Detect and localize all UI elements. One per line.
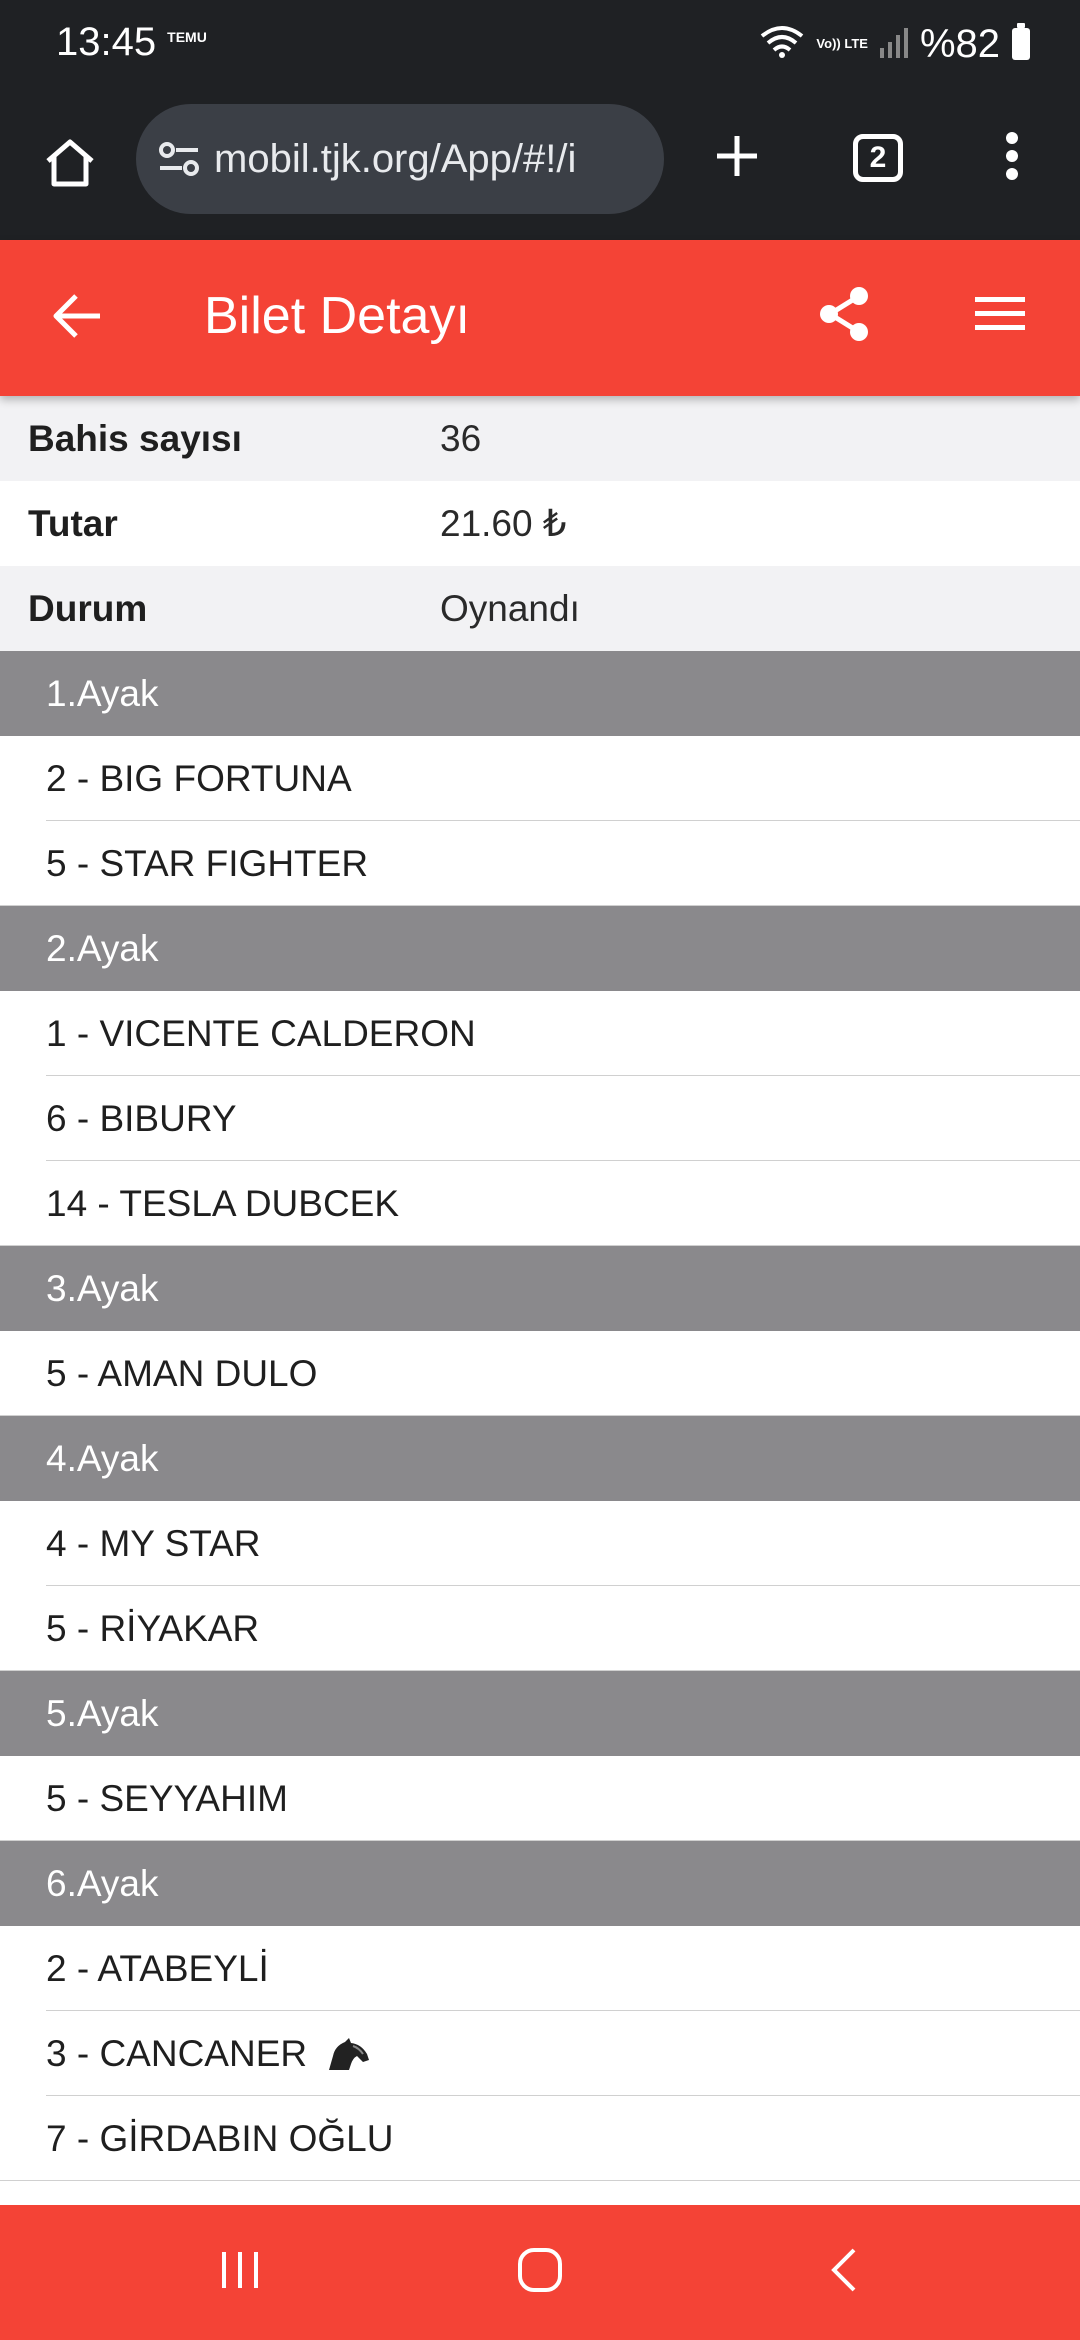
info-label: Durum xyxy=(28,587,148,629)
horse-name: 4 - MY STAR xyxy=(46,1522,261,1564)
info-label: Tutar xyxy=(28,502,118,544)
horse-row: 5 - STAR FIGHTER xyxy=(0,821,1080,906)
horse-row: 2 - ATABEYLİ xyxy=(0,1926,1080,2011)
horse-row: 4 - MY STAR xyxy=(0,1501,1080,1586)
horse-row: 5 - RİYAKAR xyxy=(0,1586,1080,1671)
share-icon xyxy=(816,285,872,348)
horse-name: 5 - SEYYAHIM xyxy=(46,1777,288,1819)
browser-home-button[interactable] xyxy=(30,125,110,205)
more-vert-icon xyxy=(1005,131,1019,186)
volte-icon: Vo)) LTE xyxy=(816,36,868,51)
status-bar: 13:45 TEMU Vo)) LTE %82 xyxy=(0,0,1080,90)
status-time: 13:45 xyxy=(56,20,157,64)
info-value: Oynandı xyxy=(440,587,580,629)
info-row-status: Durum Oynandı xyxy=(0,566,1080,651)
tune-icon[interactable] xyxy=(158,141,200,177)
horse-head-icon xyxy=(323,2036,371,2072)
horse-name: 6 - BIBURY xyxy=(46,1097,237,1139)
status-indicators: Vo)) LTE %82 xyxy=(760,18,1030,70)
horse-name: 1 - VICENTE CALDERON xyxy=(46,1012,476,1054)
plus-icon xyxy=(713,132,761,185)
horse-row: 5 - SEYYAHIM xyxy=(0,1756,1080,1841)
horse-name: 5 - AMAN DULO xyxy=(46,1352,318,1394)
browser-toolbar: mobil.tjk.org/App/#!/i 2 xyxy=(0,90,1080,240)
battery-icon xyxy=(1012,23,1030,60)
horse-name: 2 - BIG FORTUNA xyxy=(46,757,352,799)
system-nav-bar xyxy=(0,2205,1080,2340)
tab-switcher-button[interactable]: 2 xyxy=(838,118,918,198)
temu-notification-icon: TEMU xyxy=(167,29,207,45)
url-text[interactable]: mobil.tjk.org/App/#!/i xyxy=(214,137,576,182)
info-value: 21.60 ₺ xyxy=(440,503,567,544)
home-icon xyxy=(42,137,98,194)
horse-name: 7 - GİRDABIN OĞLU xyxy=(46,2117,394,2159)
info-value: 36 xyxy=(440,417,482,459)
page-title: Bilet Detayı xyxy=(204,287,470,345)
horse-row: 1 - VICENTE CALDERON xyxy=(0,991,1080,1076)
horse-row: 6 - BIBURY xyxy=(0,1076,1080,1161)
info-row-bet-count: Bahis sayısı 36 xyxy=(0,396,1080,481)
signal-icon xyxy=(879,26,908,63)
recents-button[interactable] xyxy=(208,2240,272,2304)
address-bar[interactable]: mobil.tjk.org/App/#!/i xyxy=(136,104,664,214)
horse-row: 3 - CANCANER xyxy=(0,2011,1080,2096)
tab-count: 2 xyxy=(853,134,903,182)
home-circle-icon xyxy=(516,2246,564,2299)
hamburger-menu-icon xyxy=(973,294,1027,339)
share-button[interactable] xyxy=(804,276,884,356)
wifi-icon xyxy=(760,24,804,65)
leg-header: 6.Ayak xyxy=(0,1841,1080,1926)
system-back-button[interactable] xyxy=(812,2240,876,2304)
menu-button[interactable] xyxy=(960,276,1040,356)
system-home-button[interactable] xyxy=(508,2240,572,2304)
leg-header: 2.Ayak xyxy=(0,906,1080,991)
battery-percent: %82 xyxy=(919,21,1000,66)
horse-name: 2 - ATABEYLİ xyxy=(46,1947,269,1989)
horse-name: 5 - STAR FIGHTER xyxy=(46,842,369,884)
arrow-back-icon xyxy=(52,293,104,344)
info-row-amount: Tutar 21.60 ₺ xyxy=(0,481,1080,566)
leg-header: 4.Ayak xyxy=(0,1416,1080,1501)
leg-header: 3.Ayak xyxy=(0,1246,1080,1331)
app-header: Bilet Detayı xyxy=(0,240,1080,396)
horse-name: 5 - RİYAKAR xyxy=(46,1607,260,1649)
horse-name: 14 - TESLA DUBCEK xyxy=(46,1182,400,1224)
leg-header: 5.Ayak xyxy=(0,1671,1080,1756)
horse-row: 2 - BIG FORTUNA xyxy=(0,736,1080,821)
info-label: Bahis sayısı xyxy=(28,417,242,459)
recents-icon xyxy=(218,2248,262,2297)
ticket-detail-content: Bahis sayısı 36 Tutar 21.60 ₺ Durum Oyna… xyxy=(0,396,1080,2181)
horse-row: 14 - TESLA DUBCEK xyxy=(0,1161,1080,1246)
leg-header: 1.Ayak xyxy=(0,651,1080,736)
back-button[interactable] xyxy=(38,278,118,358)
new-tab-button[interactable] xyxy=(697,118,777,198)
horse-row: 7 - GİRDABIN OĞLU xyxy=(0,2096,1080,2181)
browser-menu-button[interactable] xyxy=(972,118,1052,198)
horse-name: 3 - CANCANER xyxy=(46,2032,308,2074)
chevron-left-icon xyxy=(828,2246,860,2299)
horse-row: 5 - AMAN DULO xyxy=(0,1331,1080,1416)
